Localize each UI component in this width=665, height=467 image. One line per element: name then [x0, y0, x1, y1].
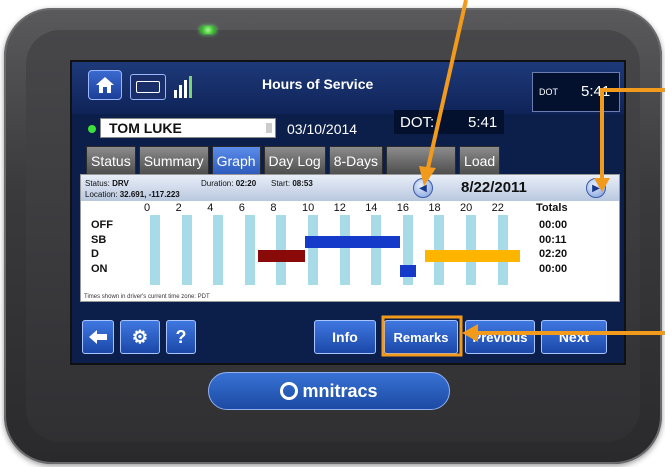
remarks-highlight	[381, 315, 463, 357]
arrowhead-remarks	[462, 324, 478, 342]
arrowhead-prev	[419, 166, 436, 186]
callout-overlay	[381, 0, 665, 357]
arrowhead-next	[594, 178, 610, 192]
callout-arrow-prev	[426, 0, 468, 169]
callout-arrow-next	[600, 88, 665, 178]
